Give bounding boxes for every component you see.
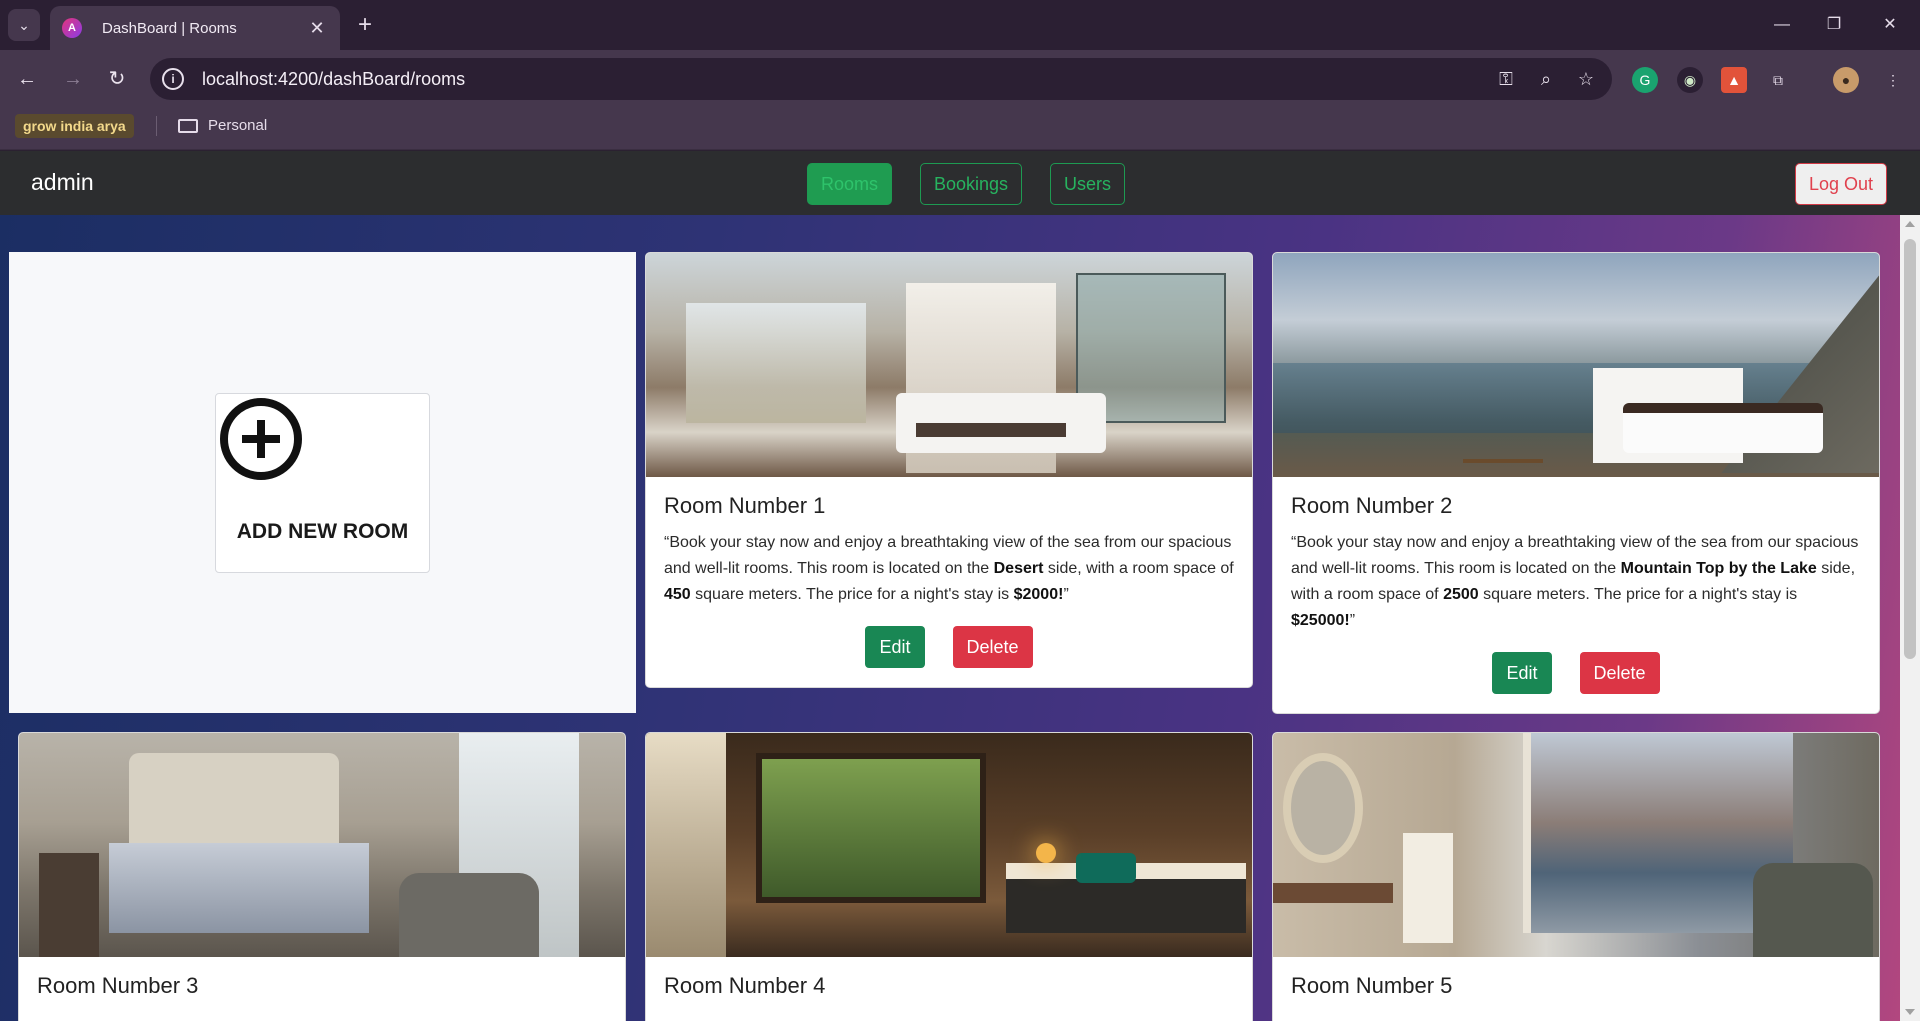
room-3-image xyxy=(19,733,625,957)
restore-icon[interactable]: ❐ xyxy=(1814,10,1854,40)
room-2-actions: Edit Delete xyxy=(1291,652,1861,712)
room-2-title: Room Number 2 xyxy=(1291,493,1453,518)
grammarly-extension-icon[interactable]: G xyxy=(1632,67,1658,93)
room-1-actions: Edit Delete xyxy=(664,626,1234,686)
address-url[interactable]: localhost:4200/dashBoard/rooms xyxy=(202,69,1492,90)
nav-users-button[interactable]: Users xyxy=(1050,163,1126,205)
forward-arrow-icon[interactable]: → xyxy=(58,64,88,94)
scroll-thumb[interactable] xyxy=(1904,239,1916,659)
logout-button[interactable]: Log Out xyxy=(1795,163,1888,205)
extensions-puzzle-icon[interactable]: ⧉ xyxy=(1765,67,1791,93)
room-4-title: Room Number 4 xyxy=(664,973,826,998)
room-4-image xyxy=(646,733,1252,957)
page-scrollbar[interactable] xyxy=(1900,215,1920,1021)
browser-toolbar: ← → ↻ i localhost:4200/dashBoard/rooms ⚿… xyxy=(0,50,1920,108)
room-card-3: Room Number 3 xyxy=(18,732,626,1021)
reload-icon[interactable]: ↻ xyxy=(102,64,132,94)
room-5-title: Room Number 5 xyxy=(1291,973,1453,998)
password-key-icon[interactable]: ⚿ xyxy=(1492,69,1520,90)
room-2-edit-button[interactable]: Edit xyxy=(1492,652,1552,694)
minimize-icon[interactable]: — xyxy=(1762,10,1802,40)
bookmark-folder-label: Personal xyxy=(208,117,268,134)
room-2-image xyxy=(1273,253,1879,477)
add-new-room-card[interactable]: ADD NEW ROOM xyxy=(215,393,430,573)
room-5-image xyxy=(1273,733,1879,957)
rooms-content: ADD NEW ROOM Room Number 1 “Book your st… xyxy=(0,215,1900,1021)
nav-rooms-button[interactable]: Rooms xyxy=(807,163,893,205)
window-close-icon[interactable]: ✕ xyxy=(1870,10,1910,40)
bookmarks-separator xyxy=(156,116,157,136)
room-card-2: Room Number 2 “Book your stay now and en… xyxy=(1272,252,1880,714)
plus-circle-icon[interactable] xyxy=(220,398,302,480)
tab-close-icon[interactable]: ✕ xyxy=(306,18,328,39)
room-1-description: “Book your stay now and enjoy a breathta… xyxy=(664,534,1234,603)
room-card-4: Room Number 4 xyxy=(645,732,1253,1021)
navbar-brand[interactable]: admin xyxy=(31,169,94,196)
bookmark-grow-india-arya[interactable]: grow india arya xyxy=(15,114,134,138)
new-tab-plus-icon[interactable]: + xyxy=(352,12,378,38)
nav-bookings-button[interactable]: Bookings xyxy=(920,163,1023,205)
profile-avatar[interactable]: ● xyxy=(1833,67,1859,93)
extension-fire-icon[interactable]: ▲ xyxy=(1721,67,1747,93)
browser-menu-icon[interactable]: ⋮ xyxy=(1880,67,1906,93)
folder-icon xyxy=(178,119,198,133)
tab-title: DashBoard | Rooms xyxy=(102,19,237,37)
room-card-5: Room Number 5 xyxy=(1272,732,1880,1021)
room-1-delete-button[interactable]: Delete xyxy=(952,626,1033,668)
scroll-up-arrow-icon[interactable] xyxy=(1905,221,1915,227)
browser-tab[interactable]: A DashBoard | Rooms ✕ xyxy=(50,6,340,50)
scroll-down-arrow-icon[interactable] xyxy=(1905,1009,1915,1015)
add-new-room-label[interactable]: ADD NEW ROOM xyxy=(216,520,429,544)
bookmark-folder-personal[interactable]: Personal xyxy=(178,114,267,138)
add-room-panel: ADD NEW ROOM xyxy=(9,252,636,713)
room-1-image xyxy=(646,253,1252,477)
app-navbar: admin Rooms Bookings Users Log Out xyxy=(0,151,1920,215)
browser-tabstrip: ⌄ A DashBoard | Rooms ✕ + — ❐ ✕ xyxy=(0,0,1920,50)
room-1-title: Room Number 1 xyxy=(664,493,826,518)
site-info-icon[interactable]: i xyxy=(162,68,184,90)
bookmark-star-icon[interactable]: ☆ xyxy=(1572,69,1600,90)
extension-icon[interactable]: ◉ xyxy=(1677,67,1703,93)
angular-favicon-icon: A xyxy=(62,18,82,38)
room-card-1: Room Number 1 “Book your stay now and en… xyxy=(645,252,1253,688)
back-arrow-icon[interactable]: ← xyxy=(12,64,42,94)
room-2-description: “Book your stay now and enjoy a breathta… xyxy=(1291,534,1859,629)
tab-search-chevron-icon[interactable]: ⌄ xyxy=(8,9,40,41)
zoom-icon[interactable]: ⌕ xyxy=(1532,69,1560,90)
room-1-edit-button[interactable]: Edit xyxy=(865,626,925,668)
room-2-delete-button[interactable]: Delete xyxy=(1579,652,1660,694)
address-bar[interactable]: i localhost:4200/dashBoard/rooms ⚿ ⌕ ☆ xyxy=(150,58,1612,100)
room-3-title: Room Number 3 xyxy=(37,973,199,998)
bookmarks-bar: grow india arya Personal xyxy=(0,108,1920,150)
